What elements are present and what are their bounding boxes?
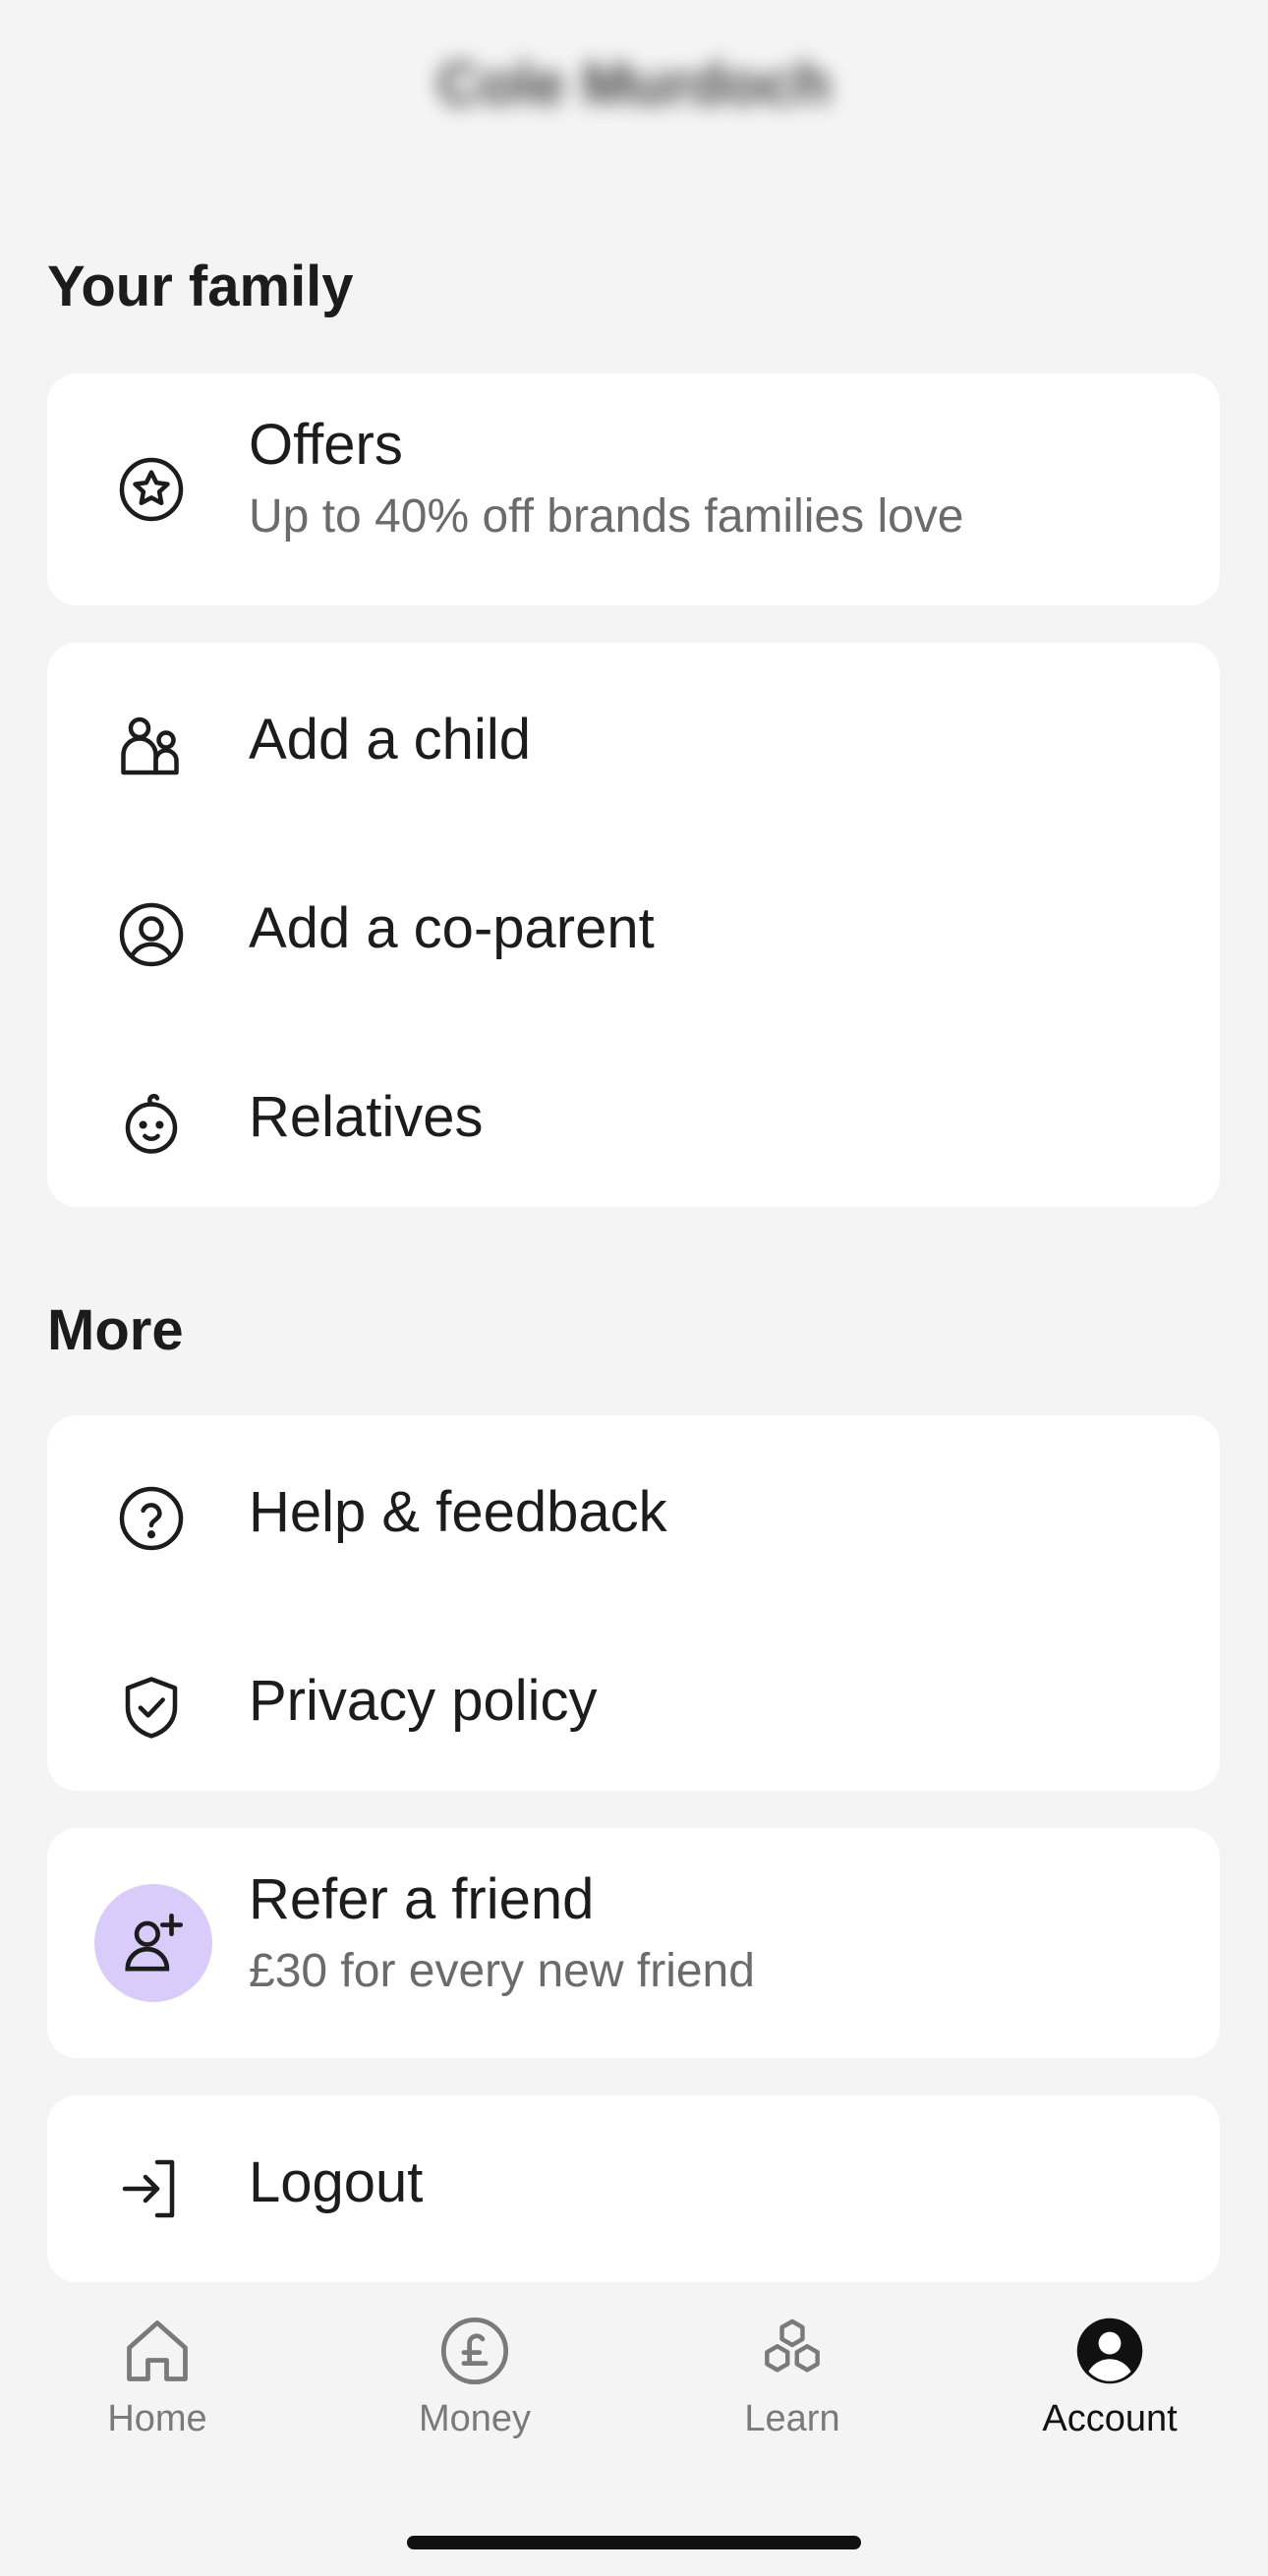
section-title-your-family: Your family (47, 255, 354, 318)
tab-home-label: Home (107, 2398, 207, 2439)
account-icon (1076, 2318, 1143, 2384)
hexagons-icon (765, 2318, 820, 2373)
refer-friend-label: Refer a friend (249, 1867, 595, 1931)
house-icon (127, 2320, 188, 2381)
offers-card[interactable]: Offers Up to 40% off brands families lov… (47, 373, 1220, 605)
pound-circle-icon (440, 2317, 509, 2385)
privacy-policy-row[interactable]: Privacy policy (47, 1633, 1220, 1781)
offers-label: Offers (249, 413, 403, 477)
logout-label: Logout (249, 2150, 424, 2214)
offers-row[interactable]: Offers Up to 40% off brands families lov… (47, 373, 1220, 605)
relatives-label: Relatives (249, 1085, 484, 1149)
add-co-parent-label: Add a co-parent (249, 896, 655, 960)
family-icon (112, 707, 191, 785)
refer-friend-row[interactable]: Refer a friend £30 for every new friend (47, 1828, 1220, 2058)
baby-face-icon (112, 1084, 191, 1163)
help-feedback-label: Help & feedback (249, 1480, 667, 1544)
section-title-more: More (47, 1298, 184, 1362)
question-circle-icon (112, 1479, 191, 1558)
user-circle-icon (112, 895, 191, 974)
tab-money-label: Money (418, 2398, 532, 2439)
star-badge-icon (112, 450, 191, 529)
user-name: Cole Murdoch (437, 50, 831, 117)
tab-account-label: Account (1042, 2398, 1178, 2439)
relatives-row[interactable]: Relatives (47, 1050, 1220, 1197)
refer-icon-background (94, 1884, 212, 2002)
logout-card[interactable]: Logout (47, 2095, 1220, 2282)
tab-money[interactable]: Money (376, 2290, 573, 2440)
family-actions-card: Add a child Add a co-parent Relatives (47, 643, 1220, 1207)
logout-icon (112, 2149, 191, 2228)
bottom-tab-bar: Home Money Learn Account (0, 2290, 1268, 2477)
tab-home[interactable]: Home (59, 2290, 256, 2440)
tab-learn[interactable]: Learn (694, 2290, 891, 2440)
add-child-row[interactable]: Add a child (47, 672, 1220, 820)
tab-learn-label: Learn (744, 2398, 840, 2439)
refer-friend-subtitle: £30 for every new friend (249, 1944, 755, 1997)
offers-subtitle: Up to 40% off brands families love (249, 489, 964, 543)
add-child-label: Add a child (249, 708, 531, 772)
logout-row[interactable]: Logout (47, 2115, 1220, 2262)
more-actions-card: Help & feedback Privacy policy (47, 1415, 1220, 1791)
help-feedback-row[interactable]: Help & feedback (47, 1445, 1220, 1592)
home-indicator (407, 2536, 861, 2549)
privacy-policy-label: Privacy policy (249, 1669, 598, 1733)
refer-friend-card[interactable]: Refer a friend £30 for every new friend (47, 1828, 1220, 2058)
shield-check-icon (112, 1668, 191, 1746)
add-user-icon (125, 1913, 184, 1972)
add-co-parent-row[interactable]: Add a co-parent (47, 861, 1220, 1008)
tab-account[interactable]: Account (1011, 2290, 1208, 2440)
